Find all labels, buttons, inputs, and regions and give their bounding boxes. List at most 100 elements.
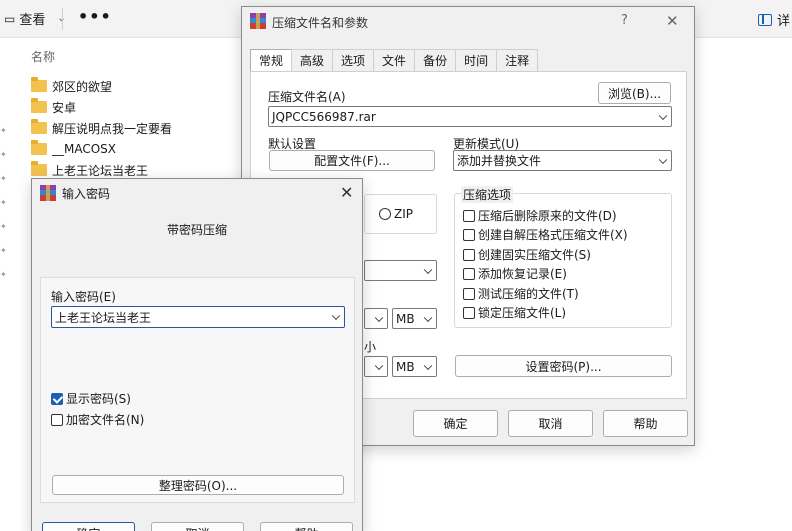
list-item[interactable]: 解压说明点我一定要看 — [31, 118, 172, 138]
option-label: 测试压缩的文件(T) — [478, 287, 579, 301]
dialog-subtitle: 带密码压缩 — [166, 223, 227, 237]
folder-name: 解压说明点我一定要看 — [52, 121, 173, 136]
more-options-button[interactable]: ••• — [78, 7, 112, 26]
archive-format-group: ZIP — [364, 194, 437, 234]
chevron-down-icon[interactable] — [331, 311, 341, 321]
cancel-button[interactable]: 取消 — [508, 410, 593, 437]
unit-label: MB — [396, 359, 415, 374]
pin-icon: ✦ — [0, 198, 7, 207]
chevron-down-icon[interactable] — [658, 155, 668, 164]
option-label: 压缩后删除原来的文件(D) — [478, 209, 617, 223]
browse-button[interactable]: 浏览(B)... — [598, 82, 671, 104]
close-icon[interactable]: ✕ — [666, 12, 679, 30]
dialog-title: 输入密码 — [62, 187, 111, 201]
list-item[interactable]: 郊区的欲望 — [31, 76, 112, 96]
organize-passwords-button[interactable]: 整理密码(O)... — [52, 475, 344, 495]
cancel-button[interactable]: 取消 — [151, 522, 244, 531]
compression-options-group: 压缩选项 压缩后删除原来的文件(D) 创建自解压格式压缩文件(X) 创建固实压缩… — [454, 186, 672, 328]
pin-icon: ✦ — [0, 126, 7, 135]
close-icon[interactable]: ✕ — [340, 183, 353, 202]
checkbox-icon — [463, 209, 475, 222]
help-icon[interactable]: ? — [621, 13, 628, 28]
view-menu-button[interactable]: ▭ 查看 ⌄ — [4, 9, 66, 29]
dialog-title: 压缩文件名和参数 — [272, 16, 369, 30]
toolbar-divider — [62, 8, 63, 30]
password-input[interactable]: 上老王论坛当老王 — [51, 306, 345, 328]
view-label: 查看 — [19, 13, 46, 28]
pin-icon: ✦ — [0, 150, 7, 159]
checkbox-icon — [463, 306, 475, 319]
column-header-name[interactable]: 名称 — [31, 48, 55, 65]
checkbox-icon — [51, 413, 63, 426]
password-label: 输入密码(E) — [51, 290, 116, 304]
recovery-record-checkbox[interactable]: 添加恢复记录(E) — [463, 265, 567, 282]
folder-icon — [31, 77, 47, 92]
option-label: 锁定压缩文件(L) — [478, 306, 567, 320]
split-size-select[interactable] — [364, 356, 388, 377]
profiles-button[interactable]: 配置文件(F)... — [269, 150, 435, 171]
archive-name-value: JQPCC566987.rar — [272, 109, 376, 124]
list-item[interactable]: __MACOSX — [31, 139, 116, 159]
help-button[interactable]: 帮助 — [603, 410, 688, 437]
format-zip-radio[interactable]: ZIP — [379, 207, 413, 221]
tab-bar: 常规 高级 选项 文件 备份 时间 注释 — [250, 49, 539, 72]
view-icon: ▭ — [4, 11, 16, 26]
chevron-down-icon[interactable] — [658, 111, 668, 120]
unit-label: MB — [396, 311, 415, 326]
ok-button[interactable]: 确定 — [413, 410, 498, 437]
zip-label: ZIP — [394, 207, 413, 221]
chevron-down-icon[interactable] — [423, 265, 433, 274]
help-button[interactable]: 帮助 — [260, 522, 353, 531]
folder-name: __MACOSX — [52, 142, 117, 156]
options-group-title: 压缩选项 — [461, 186, 514, 203]
folder-name: 安卓 — [52, 100, 77, 115]
folder-name: 郊区的欲望 — [52, 79, 113, 94]
winrar-icon — [40, 185, 56, 201]
show-password-label: 显示密码(S) — [66, 392, 131, 406]
archive-name-label: 压缩文件名(A) — [268, 90, 346, 104]
winrar-icon — [250, 13, 266, 29]
tab-advanced[interactable]: 高级 — [291, 49, 334, 71]
tab-files[interactable]: 文件 — [373, 49, 416, 71]
test-files-checkbox[interactable]: 测试压缩的文件(T) — [463, 285, 579, 302]
chevron-down-icon[interactable] — [374, 361, 384, 370]
set-password-button[interactable]: 设置密码(P)... — [455, 355, 672, 377]
tab-backup[interactable]: 备份 — [414, 49, 457, 71]
checkbox-icon — [463, 248, 475, 261]
password-value: 上老王论坛当老王 — [55, 310, 152, 325]
folder-name: 上老王论坛当老王 — [52, 163, 149, 178]
pin-icon: ✦ — [0, 174, 7, 183]
dictionary-unit-select[interactable]: MB — [392, 308, 437, 329]
option-label: 添加恢复记录(E) — [478, 267, 567, 281]
tab-comment[interactable]: 注释 — [496, 49, 539, 71]
update-mode-value: 添加并替换文件 — [457, 154, 542, 168]
archive-name-combobox[interactable]: JQPCC566987.rar — [268, 106, 672, 127]
checkbox-checked-icon — [51, 392, 63, 405]
tab-time[interactable]: 时间 — [455, 49, 498, 71]
chevron-down-icon[interactable] — [374, 313, 384, 322]
show-password-checkbox[interactable]: 显示密码(S) — [51, 390, 131, 407]
folder-icon — [31, 119, 47, 134]
option-label: 创建固实压缩文件(S) — [478, 248, 591, 262]
create-sfx-checkbox[interactable]: 创建自解压格式压缩文件(X) — [463, 226, 628, 243]
lock-archive-checkbox[interactable]: 锁定压缩文件(L) — [463, 304, 566, 321]
pin-icon: ✦ — [0, 222, 7, 231]
tab-general[interactable]: 常规 — [250, 49, 293, 72]
chevron-down-icon[interactable] — [423, 361, 433, 370]
dictionary-size-select[interactable] — [364, 308, 388, 329]
encrypt-filenames-checkbox[interactable]: 加密文件名(N) — [51, 411, 144, 428]
split-unit-select[interactable]: MB — [392, 356, 437, 377]
checkbox-icon — [463, 228, 475, 241]
update-mode-select[interactable]: 添加并替换文件 — [453, 150, 672, 171]
chevron-down-icon[interactable] — [423, 313, 433, 322]
checkbox-icon — [463, 287, 475, 300]
tab-options[interactable]: 选项 — [332, 49, 375, 71]
solid-archive-checkbox[interactable]: 创建固实压缩文件(S) — [463, 246, 591, 263]
delete-after-checkbox[interactable]: 压缩后删除原来的文件(D) — [463, 207, 617, 224]
compression-method-select[interactable] — [364, 260, 437, 281]
list-item[interactable]: 上老王论坛当老王 — [31, 160, 148, 180]
list-item[interactable]: 安卓 — [31, 97, 76, 117]
ok-button[interactable]: 确定 — [42, 522, 135, 531]
details-pane-button[interactable]: 详 — [758, 10, 790, 29]
pin-icon: ✦ — [0, 270, 7, 279]
